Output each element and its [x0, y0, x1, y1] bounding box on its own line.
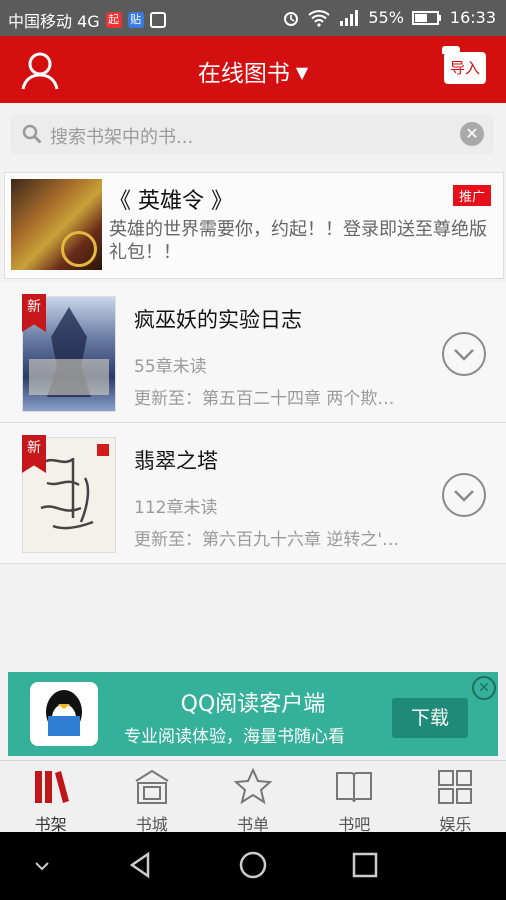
promoted-badge: 推广	[452, 185, 491, 206]
close-promo-button[interactable]: ✕	[472, 676, 496, 700]
ad-description: 英雄的世界需要你，约起！！登录即送至尊绝版礼包！！	[109, 219, 487, 263]
tab-entertainment[interactable]: 娱乐	[405, 761, 506, 834]
signal-icon	[340, 9, 359, 26]
tab-bookbar[interactable]: 书吧	[304, 761, 405, 834]
home-icon[interactable]	[238, 850, 268, 880]
unread-count: 112章未读	[134, 498, 218, 518]
expand-button[interactable]	[442, 473, 486, 517]
close-icon: ✕	[465, 124, 479, 143]
book-title: 疯巫妖的实验日志	[134, 308, 302, 332]
search-icon	[22, 124, 42, 144]
ad-banner[interactable]: 《 英雄令 》 推广 英雄的世界需要你，约起！！登录即送至尊绝版礼包！！	[4, 172, 504, 279]
category-dropdown[interactable]: 在线图书 ▼	[0, 54, 506, 88]
tieba-notification-icon: 贴	[127, 12, 144, 28]
ad-cover-image	[11, 179, 102, 270]
qq-reader-promo[interactable]: QQ阅读客户端 专业阅读体验，海量书随心看 下载 ✕	[8, 672, 498, 756]
unread-count: 55章未读	[134, 357, 207, 377]
status-left: 中国移动 4G 起 贴	[8, 8, 166, 32]
page-title: 在线图书	[197, 61, 290, 87]
open-book-icon	[336, 772, 373, 803]
bookstore-icon	[135, 769, 169, 804]
system-nav-bar	[0, 832, 506, 900]
back-icon[interactable]	[126, 850, 156, 880]
latest-chapter: 更新至：第六百九十六章 逆转之'…	[134, 530, 400, 550]
chevron-down-icon	[454, 349, 474, 361]
app-header: 在线图书 ▼ 导入	[0, 36, 506, 103]
status-bar: 中国移动 4G 起 贴 55% 16:33	[0, 0, 506, 36]
latest-chapter: 更新至：第五百二十四章 两个欺…	[134, 389, 395, 409]
promo-subtitle: 专业阅读体验，海量书随心看	[124, 727, 345, 747]
triangle-down-icon: ▼	[295, 63, 309, 82]
search-input[interactable]: 搜索书架中的书...	[50, 123, 193, 149]
chevron-down-icon	[454, 490, 474, 502]
image-notification-icon	[149, 12, 166, 28]
close-icon: ✕	[478, 680, 490, 696]
tab-bookstore[interactable]: 书城	[101, 761, 202, 834]
expand-button[interactable]	[442, 332, 486, 376]
book-title: 翡翠之塔	[134, 449, 218, 473]
list-item[interactable]: 新 疯巫妖的实验日志 55章未读 更新至：第五百二十四章 两个欺…	[0, 282, 506, 423]
list-item[interactable]: 新 翡翠之塔 112章未读 更新至：第六百九十六章 逆转之'…	[0, 423, 506, 564]
download-button[interactable]: 下载	[392, 698, 468, 738]
status-right: 55% 16:33	[282, 8, 496, 27]
bookshelf-icon	[34, 771, 69, 803]
bottom-tab-bar: 书架 书城 书单 书吧 娱乐	[0, 760, 506, 834]
tab-booklist[interactable]: 书单	[202, 761, 303, 834]
import-button[interactable]: 导入	[442, 46, 486, 84]
recents-icon[interactable]	[350, 850, 380, 880]
qidian-notification-icon: 起	[105, 12, 122, 28]
battery-percent: 55%	[368, 8, 404, 27]
alarm-icon	[284, 11, 299, 26]
hide-keyboard-icon[interactable]	[32, 858, 52, 874]
carrier-label: 中国移动 4G	[8, 12, 100, 31]
clear-search-button[interactable]: ✕	[460, 122, 484, 146]
battery-icon	[411, 10, 441, 25]
ad-title: 《 英雄令 》	[109, 189, 233, 214]
grid-icon	[438, 770, 473, 804]
wifi-icon	[308, 9, 330, 27]
search-bar[interactable]: 搜索书架中的书... ✕	[10, 114, 494, 154]
tab-bookshelf[interactable]: 书架	[0, 761, 101, 834]
clock: 16:33	[449, 8, 496, 27]
star-icon	[233, 767, 273, 805]
